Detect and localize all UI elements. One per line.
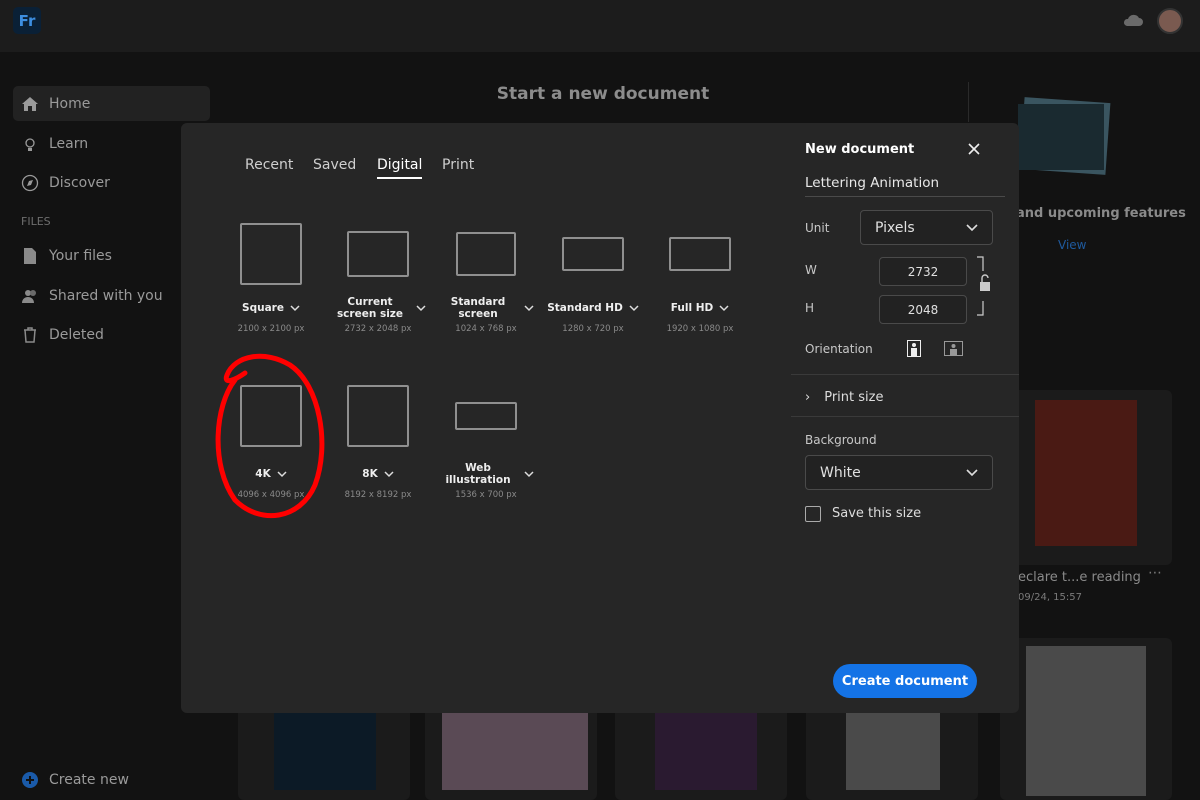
preset-dimensions: 2100 x 2100 px	[237, 324, 305, 334]
lock-icon[interactable]	[975, 256, 993, 316]
chevron-down-icon[interactable]	[524, 470, 534, 478]
background-label: Background	[805, 433, 877, 447]
app-logo[interactable]: Fr	[13, 7, 41, 34]
preset-label: Current screen size	[318, 296, 438, 320]
start-new-document-title: Start a new document	[496, 84, 710, 104]
unit-select[interactable]: Pixels	[860, 210, 993, 245]
preset-label: 8K	[318, 462, 438, 486]
file-name: eclare t...e reading	[1018, 570, 1141, 585]
red-annotation-circle	[215, 353, 325, 518]
width-label: W	[805, 263, 817, 277]
chevron-right-icon: ›	[805, 390, 811, 405]
compass-icon	[21, 174, 39, 191]
preset-thumbnail	[240, 223, 302, 285]
background-select[interactable]: White	[805, 455, 993, 490]
tab-recent[interactable]: Recent	[245, 157, 293, 173]
features-text: and upcoming features	[1016, 206, 1186, 221]
document-name-input[interactable]: Lettering Animation	[805, 175, 1005, 197]
save-size-label: Save this size	[832, 506, 922, 521]
width-input[interactable]: 2732	[879, 257, 967, 286]
file-thumbnail	[846, 700, 940, 790]
people-icon	[22, 289, 36, 303]
divider	[968, 82, 969, 122]
preset-thumbnail	[347, 231, 409, 277]
chevron-down-icon[interactable]	[629, 304, 639, 312]
preset-thumbnail	[455, 402, 517, 430]
preset-square[interactable]: Square 2100 x 2100 px	[221, 222, 321, 334]
preset-dimensions: 8192 x 8192 px	[344, 490, 412, 500]
height-input[interactable]: 2048	[879, 295, 967, 324]
preset-thumbnail	[347, 385, 409, 447]
features-illustration-front	[1018, 104, 1104, 170]
preset-label: Web illustration	[426, 462, 546, 486]
create-document-button[interactable]: Create document	[833, 664, 977, 698]
file-thumbnail	[274, 700, 376, 790]
preset-standard-screen[interactable]: Standard screen 1024 x 768 px	[436, 222, 536, 334]
chevron-down-icon[interactable]	[384, 470, 394, 478]
print-size-expander[interactable]: › Print size	[805, 390, 883, 405]
create-new-button[interactable]: Create new	[13, 762, 210, 797]
files-header: FILES	[21, 215, 51, 228]
preset-label: Standard HD	[533, 296, 653, 320]
preset-dimensions: 1920 x 1080 px	[666, 324, 734, 334]
recent-file-card[interactable]	[425, 700, 597, 800]
save-size-checkbox[interactable]	[805, 506, 821, 522]
plus-icon	[22, 771, 38, 788]
file-thumbnail	[1026, 646, 1146, 796]
orientation-label: Orientation	[805, 342, 873, 356]
lightbulb-icon	[25, 137, 35, 151]
file-date: 09/24, 15:57	[1018, 592, 1082, 603]
chevron-down-icon[interactable]	[290, 304, 300, 312]
more-options-icon[interactable]: ⋯	[1148, 565, 1162, 581]
tab-digital[interactable]: Digital	[377, 157, 423, 179]
home-icon	[22, 96, 38, 111]
chevron-down-icon[interactable]	[416, 304, 426, 312]
preset-current-screen-size[interactable]: Current screen size 2732 x 2048 px	[328, 222, 428, 334]
preset-8k[interactable]: 8K 8192 x 8192 px	[328, 384, 428, 500]
chevron-down-icon	[966, 468, 978, 476]
tab-saved[interactable]: Saved	[313, 157, 356, 173]
preset-full-hd[interactable]: Full HD 1920 x 1080 px	[650, 222, 750, 334]
chevron-down-icon	[966, 223, 978, 231]
divider	[791, 374, 1019, 375]
cloud-icon[interactable]	[1122, 12, 1144, 28]
file-thumbnail	[442, 700, 588, 790]
chevron-down-icon[interactable]	[719, 304, 729, 312]
preset-web-illustration[interactable]: Web illustration 1536 x 700 px	[436, 384, 536, 500]
sidebar-item-home[interactable]: Home	[13, 86, 210, 121]
file-thumbnail	[655, 700, 757, 790]
preset-thumbnail	[456, 232, 516, 276]
close-icon[interactable]	[967, 142, 981, 156]
file-thumbnail	[1035, 400, 1137, 546]
height-label: H	[805, 301, 815, 315]
trash-icon	[24, 326, 36, 343]
tab-print[interactable]: Print	[442, 157, 474, 173]
divider	[791, 416, 1019, 417]
file-icon	[24, 247, 36, 264]
recent-file-card[interactable]	[238, 700, 410, 800]
preset-thumbnail	[669, 237, 731, 271]
preset-dimensions: 1536 x 700 px	[455, 490, 517, 500]
preset-label: Square	[211, 296, 331, 320]
preset-dimensions: 2732 x 2048 px	[344, 324, 412, 334]
avatar[interactable]	[1157, 8, 1183, 34]
recent-file-card[interactable]	[806, 700, 978, 800]
preset-standard-hd[interactable]: Standard HD 1280 x 720 px	[543, 222, 643, 334]
preset-label: Full HD	[640, 296, 760, 320]
view-link[interactable]: View	[1058, 238, 1086, 252]
preset-dimensions: 1024 x 768 px	[455, 324, 517, 334]
panel-title: New document	[805, 142, 915, 157]
preset-label: Standard screen	[426, 296, 546, 320]
preset-thumbnail	[562, 237, 624, 271]
preset-dimensions: 1280 x 720 px	[562, 324, 624, 334]
unit-label: Unit	[805, 221, 830, 235]
landscape-orientation-icon[interactable]	[944, 341, 963, 356]
portrait-orientation-icon[interactable]	[907, 340, 921, 357]
top-bar	[0, 0, 1200, 52]
recent-file-card[interactable]	[615, 700, 787, 800]
